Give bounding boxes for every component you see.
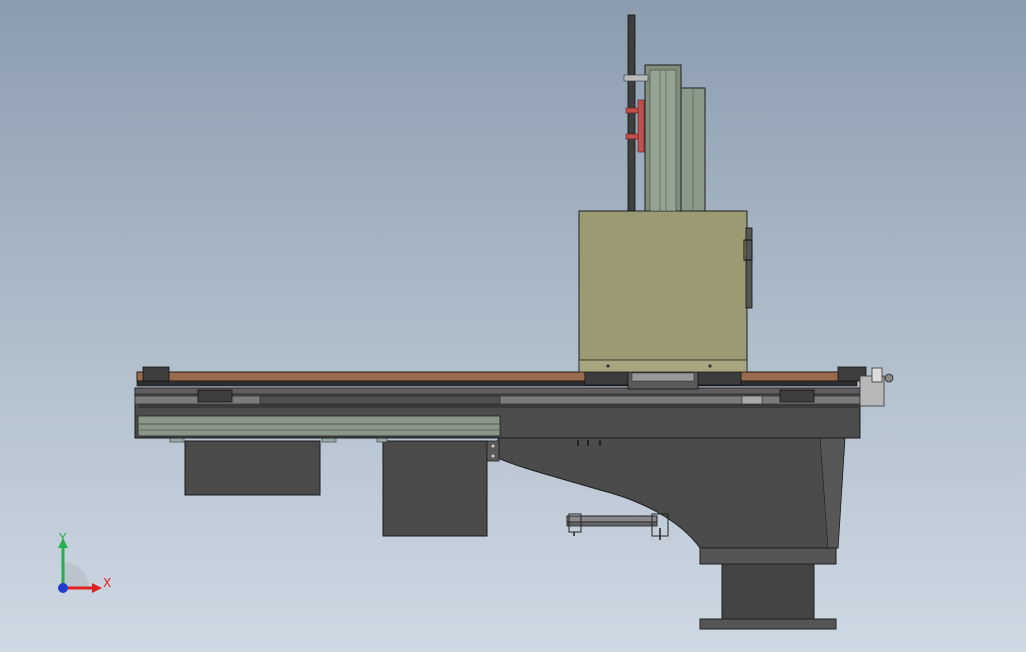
z-axis-column xyxy=(644,64,706,212)
lower-bracket-assembly xyxy=(566,513,669,540)
axis-triad: Y X xyxy=(58,531,111,593)
drive-motor-right xyxy=(376,436,500,537)
cnc-machine-model xyxy=(134,14,894,630)
support-pedestal xyxy=(497,435,846,630)
z-axis-dot xyxy=(58,583,68,593)
spindle-head-box xyxy=(578,210,753,373)
drive-motor-left xyxy=(169,436,337,496)
main-table-frame xyxy=(134,387,861,439)
y-axis-label: Y xyxy=(58,531,67,545)
lead-screw xyxy=(623,14,649,212)
cad-viewport[interactable]: Y X xyxy=(0,0,1026,652)
x-axis-label: X xyxy=(103,576,111,590)
